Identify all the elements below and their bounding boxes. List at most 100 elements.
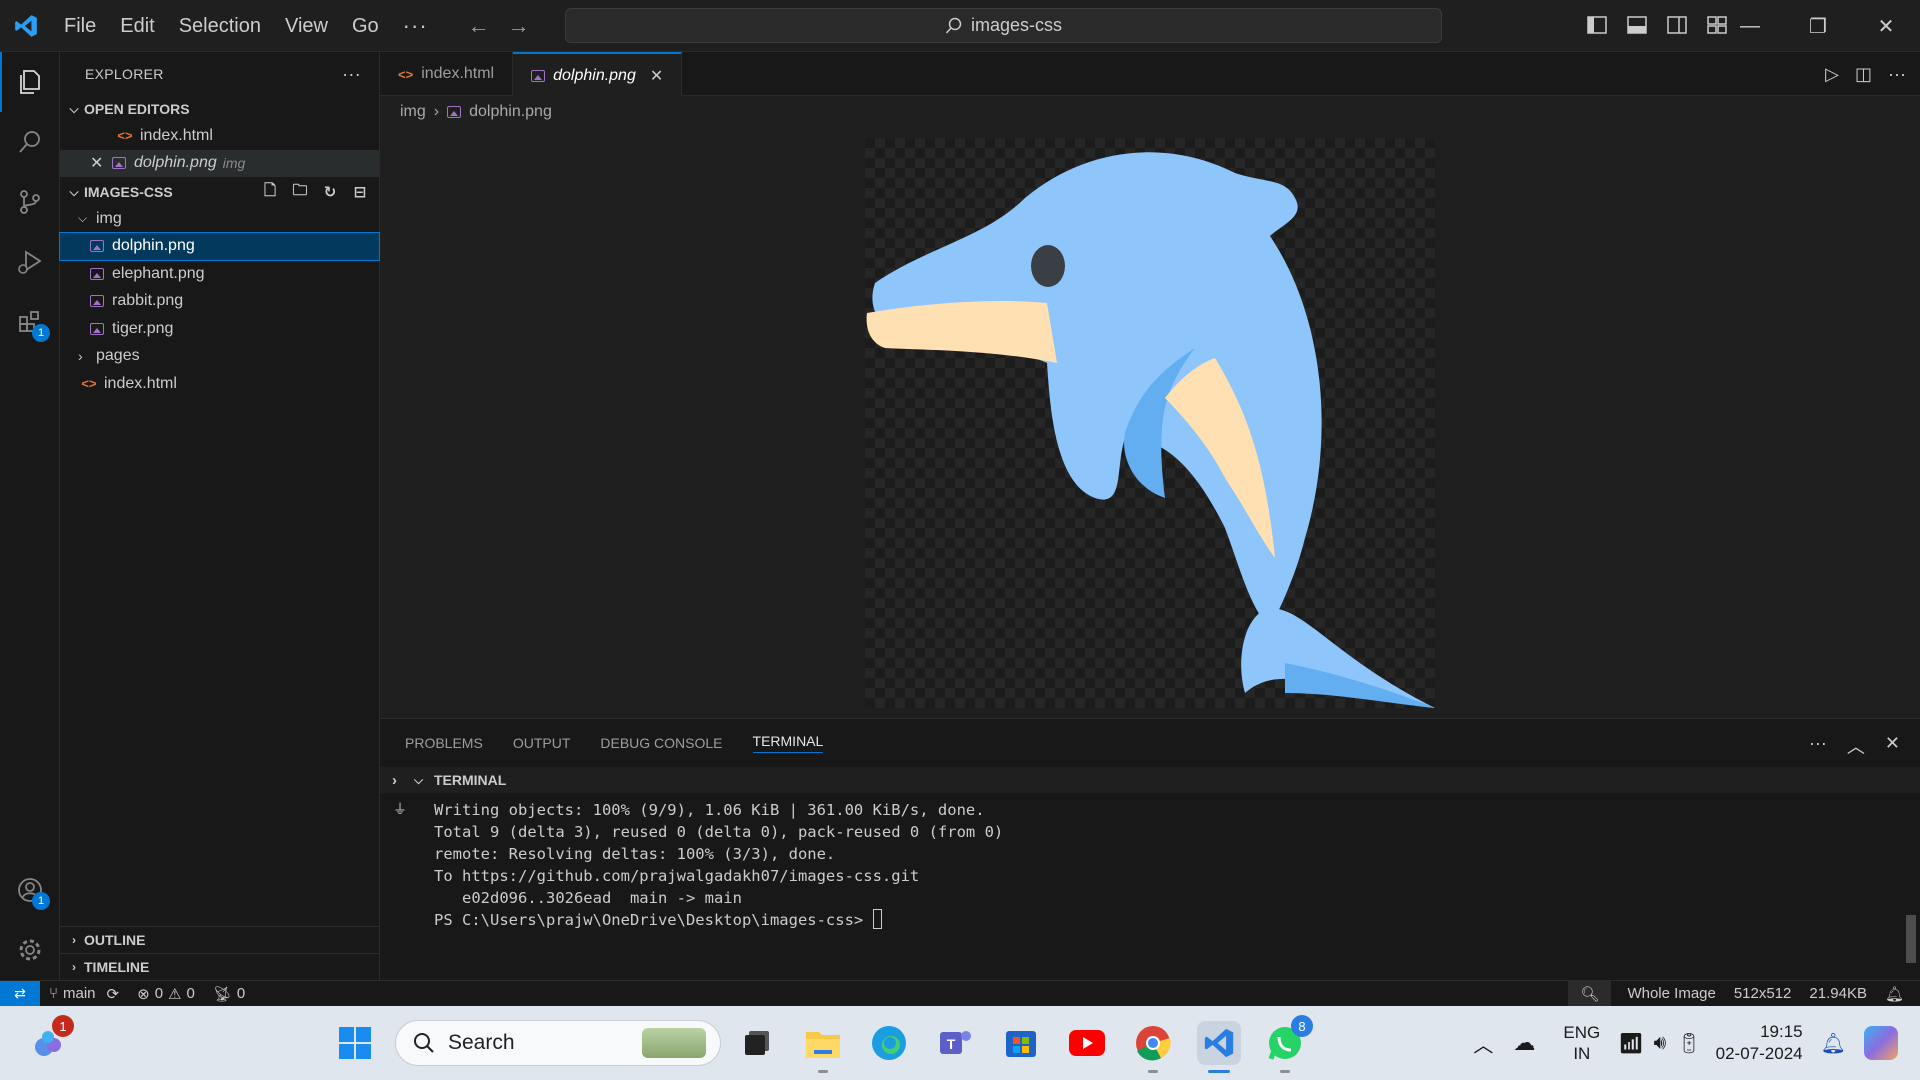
chevron-up-icon[interactable]: ︿ <box>1473 1029 1493 1058</box>
folder-label: img <box>96 209 122 227</box>
panel-more-icon[interactable]: ··· <box>1809 733 1827 759</box>
refresh-icon[interactable]: ↻ <box>321 183 339 201</box>
close-window-icon[interactable]: ✕ <box>1852 0 1920 52</box>
clock[interactable]: 19:15 02-07-2024 <box>1716 1021 1803 1065</box>
terminal-plug-icon[interactable]: ⏚ <box>393 799 407 819</box>
outline-section[interactable]: › OUTLINE <box>60 926 379 953</box>
restore-icon[interactable]: ❐ <box>1784 0 1852 52</box>
task-view-icon[interactable] <box>735 1021 779 1065</box>
forward-arrow-icon[interactable]: → <box>508 13 530 39</box>
tab-debug-console[interactable]: DEBUG CONSOLE <box>600 735 722 751</box>
image-file-icon <box>531 69 546 82</box>
file-explorer-icon[interactable] <box>801 1021 845 1073</box>
zoom-button[interactable]: 🔍︎ <box>1568 980 1612 1007</box>
extensions-icon[interactable]: 1 <box>0 292 60 352</box>
tab-index-html[interactable]: <> index.html <box>380 52 514 96</box>
menu-edit[interactable]: Edit <box>108 0 166 52</box>
remote-icon[interactable]: ⇄ <box>0 980 40 1007</box>
youtube-icon[interactable] <box>1065 1021 1109 1065</box>
file-index-html[interactable]: <> index.html <box>60 370 379 398</box>
explorer-title: EXPLORER <box>85 66 164 82</box>
split-editor-icon[interactable]: ◫ <box>1855 64 1872 85</box>
run-icon[interactable]: ▷ <box>1825 64 1839 85</box>
edge-icon[interactable] <box>867 1021 911 1065</box>
terminal-output[interactable]: Writing objects: 100% (9/9), 1.06 KiB | … <box>434 799 1003 931</box>
volume-icon[interactable]: 🔊︎ <box>1654 1032 1667 1055</box>
battery-icon[interactable]: 🔋︎ <box>1676 1031 1701 1056</box>
close-icon[interactable]: ✕ <box>90 153 110 173</box>
windows-start-icon[interactable] <box>333 1021 377 1065</box>
copilot-app-icon[interactable]: 1 <box>26 1015 74 1065</box>
open-editor-item[interactable]: <> index.html <box>60 122 379 150</box>
menu-view[interactable]: View <box>273 0 340 52</box>
notifications-bell-icon[interactable]: 🔔︎ <box>1876 985 1920 1003</box>
minimize-icon[interactable]: — <box>1716 0 1784 52</box>
notification-bell-icon[interactable]: 🔔︎ <box>1821 1031 1846 1056</box>
chrome-icon[interactable] <box>1131 1021 1175 1073</box>
tab-terminal[interactable]: TERMINAL <box>752 733 824 753</box>
taskbar-search[interactable]: Search <box>395 1020 721 1066</box>
wifi-icon[interactable]: 📶︎ <box>1618 1031 1643 1056</box>
manage-gear-icon[interactable] <box>0 920 60 980</box>
dolphin-image <box>866 152 1435 708</box>
file-dolphin[interactable]: dolphin.png <box>59 231 380 261</box>
close-panel-icon[interactable]: ✕ <box>1885 733 1900 759</box>
tab-problems[interactable]: PROBLEMS <box>405 735 483 751</box>
copilot-preview-icon[interactable] <box>1864 1026 1898 1060</box>
zoom-level[interactable]: Whole Image <box>1611 985 1724 1002</box>
new-folder-icon[interactable]: 🗀 <box>291 182 309 201</box>
accounts-icon[interactable]: 1 <box>0 860 60 920</box>
toggle-primary-sidebar-icon[interactable] <box>1586 14 1610 38</box>
file-elephant[interactable]: elephant.png <box>60 260 379 288</box>
file-tiger[interactable]: tiger.png <box>60 315 379 343</box>
branch-status[interactable]: ⑂ main ⟳ <box>40 985 128 1003</box>
menu-go[interactable]: Go <box>340 0 391 52</box>
close-icon[interactable]: ✕ <box>650 66 663 86</box>
search-icon[interactable] <box>0 112 60 172</box>
folder-pages[interactable]: › pages <box>60 343 379 371</box>
explorer-more-icon[interactable]: ··· <box>342 64 361 85</box>
source-control-icon[interactable] <box>0 172 60 232</box>
maximize-panel-icon[interactable]: ︿ <box>1847 733 1865 759</box>
menu-more-button[interactable]: ··· <box>391 13 440 39</box>
onedrive-icon[interactable]: ☁ <box>1513 1030 1535 1056</box>
problems-status[interactable]: ⊗ 0 ⚠ 0 <box>128 985 204 1003</box>
explorer-icon[interactable] <box>0 52 60 112</box>
open-editor-item[interactable]: ✕ dolphin.png img <box>60 149 379 177</box>
open-editors-section[interactable]: ⌵ OPEN EDITORS <box>60 96 379 122</box>
ports-status[interactable]: 📡︎ 0 <box>204 985 254 1003</box>
folder-img[interactable]: ⌵ img <box>60 205 379 233</box>
terminal-scrollbar[interactable] <box>1906 915 1916 963</box>
file-rabbit[interactable]: rabbit.png <box>60 288 379 316</box>
whatsapp-icon[interactable]: 8 <box>1263 1015 1313 1073</box>
system-tray: ︿ ☁ ENG IN 📶︎ 🔊︎ 🔋︎ 19:15 02-07-2024 🔔︎ <box>1473 1006 1920 1080</box>
image-file-icon <box>88 237 106 255</box>
project-section[interactable]: ⌵ IMAGES-CSS 🗋 🗀 ↻ ⊟ <box>60 179 379 205</box>
run-debug-icon[interactable] <box>0 232 60 292</box>
input-language[interactable]: ENG IN <box>1563 1022 1600 1064</box>
terminal-prompt: PS C:\Users\prajw\OneDrive\Desktop\image… <box>434 911 873 929</box>
region-code: IN <box>1573 1044 1591 1063</box>
tab-output[interactable]: OUTPUT <box>513 735 571 751</box>
collapse-all-icon[interactable]: ⊟ <box>351 183 369 201</box>
tab-dolphin-png[interactable]: dolphin.png ✕ <box>513 52 683 97</box>
terminal-header[interactable]: › ⌵ TERMINAL <box>380 767 1920 793</box>
microsoft-store-icon[interactable] <box>999 1021 1043 1065</box>
terminal-title: TERMINAL <box>434 772 507 788</box>
timeline-section[interactable]: › TIMELINE <box>60 953 379 980</box>
command-center-search[interactable]: images-css <box>565 8 1442 43</box>
toggle-panel-icon[interactable] <box>1626 14 1650 38</box>
menu-file[interactable]: File <box>52 0 108 52</box>
open-editor-label: dolphin.png <box>134 154 217 172</box>
image-preview[interactable] <box>865 138 1435 708</box>
new-file-icon[interactable]: 🗋 <box>261 182 279 201</box>
breadcrumb-file[interactable]: dolphin.png <box>469 103 552 121</box>
sync-icon[interactable]: ⟳ <box>107 985 120 1003</box>
editor-more-icon[interactable]: ··· <box>1888 64 1906 85</box>
teams-icon[interactable]: T <box>933 1021 977 1065</box>
back-arrow-icon[interactable]: ← <box>468 13 490 39</box>
menu-selection[interactable]: Selection <box>167 0 273 52</box>
breadcrumb-folder[interactable]: img <box>400 103 426 121</box>
toggle-secondary-sidebar-icon[interactable] <box>1666 14 1690 38</box>
vscode-taskbar-icon[interactable] <box>1197 1021 1241 1073</box>
